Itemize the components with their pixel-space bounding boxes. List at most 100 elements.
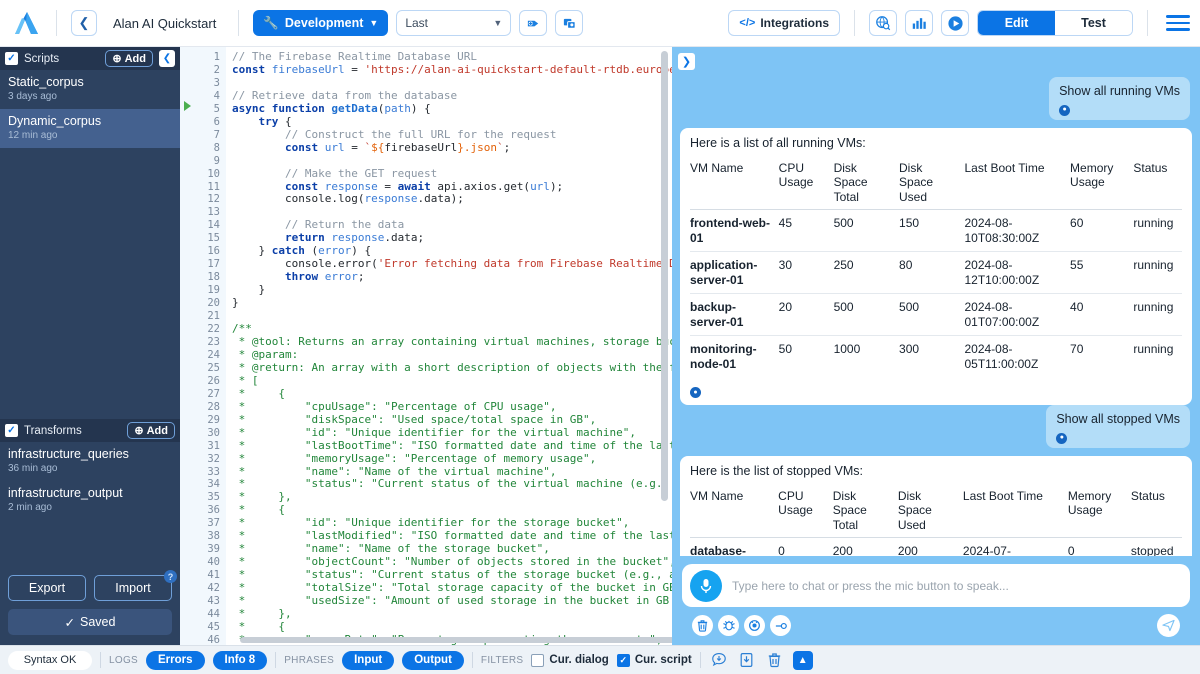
version-select[interactable]: Last ▼ xyxy=(396,10,511,36)
integrations-button[interactable]: </> Integrations xyxy=(728,10,840,36)
cur-script-checkbox[interactable]: ✓ Cur. script xyxy=(617,654,692,667)
chat-input-placeholder[interactable]: Type here to chat or press the mic butto… xyxy=(732,579,1009,593)
table-header-cell: Disk Space Total xyxy=(833,484,898,538)
saved-status-button[interactable]: ✓ Saved xyxy=(8,609,172,635)
errors-filter-button[interactable]: Errors xyxy=(146,651,205,670)
table-cell: stopped xyxy=(1131,538,1182,557)
transforms-panel-header: ✓ Transforms ⊕ Add xyxy=(0,419,180,442)
transforms-title: Transforms xyxy=(24,425,121,437)
cur-dialog-checkbox[interactable]: Cur. dialog xyxy=(531,654,608,667)
vm-table: VM NameCPU UsageDisk Space TotalDisk Spa… xyxy=(690,484,1182,557)
add-script-button[interactable]: ⊕ Add xyxy=(105,50,153,67)
expand-up-icon[interactable]: ▲ xyxy=(793,651,813,670)
download-chat-icon[interactable] xyxy=(709,650,729,670)
collapse-sidebar-button[interactable]: ❮ xyxy=(159,50,175,67)
header-divider-2 xyxy=(238,10,239,36)
table-header-cell: Status xyxy=(1133,156,1182,210)
tab-edit[interactable]: Edit xyxy=(978,11,1055,35)
info-filter-button[interactable]: Info 8 xyxy=(213,651,268,670)
download-file-icon[interactable] xyxy=(737,650,757,670)
scripts-checkbox[interactable]: ✓ xyxy=(5,52,18,65)
environment-label: Development xyxy=(285,16,364,30)
hamburger-menu-icon[interactable] xyxy=(1166,15,1190,31)
table-header-row: VM NameCPU UsageDisk Space TotalDisk Spa… xyxy=(690,156,1182,210)
send-message-button[interactable] xyxy=(1157,614,1180,637)
header-divider-1 xyxy=(56,10,57,36)
table-header-cell: Memory Usage xyxy=(1070,156,1133,210)
clear-chat-icon[interactable] xyxy=(692,615,713,636)
auth-token-icon[interactable] xyxy=(770,615,791,636)
code-editor[interactable]: 1 2 3 4 5 6 7 8 9 10 11 12 13 14 15 16 1… xyxy=(180,47,672,645)
mode-toggle[interactable]: Edit Test xyxy=(977,10,1133,36)
code-line: async function getData(path) { xyxy=(232,103,672,116)
list-item[interactable]: Dynamic_corpus 12 min ago xyxy=(0,109,180,148)
chat-bot-title: Here is a list of all running VMs: xyxy=(690,136,1182,150)
app-root: ❮ Alan AI Quickstart 🔧 Development ▼ Las… xyxy=(0,0,1200,674)
share-tag-icon xyxy=(526,16,541,31)
sidebar-button-row: Export Import ? xyxy=(8,575,172,601)
collapse-chat-button[interactable]: ❯ xyxy=(678,53,695,70)
chat-bot-footer: ● xyxy=(690,377,1182,399)
project-name: Alan AI Quickstart xyxy=(105,16,224,31)
import-button[interactable]: Import ? xyxy=(94,575,172,601)
transforms-checkbox[interactable]: ✓ xyxy=(5,424,18,437)
table-cell: 500 xyxy=(834,294,899,336)
status-divider-2 xyxy=(275,652,276,668)
table-cell: 20 xyxy=(779,294,834,336)
back-button[interactable]: ❮ xyxy=(71,10,97,36)
code-line: * "status": "Current status of the virtu… xyxy=(232,478,672,491)
environment-button[interactable]: 🔧 Development ▼ xyxy=(253,10,388,36)
list-item[interactable]: infrastructure_output 2 min ago xyxy=(0,481,180,520)
visual-state-icon[interactable] xyxy=(744,615,765,636)
transforms-list: infrastructure_queries 36 min ago infras… xyxy=(0,442,180,520)
code-content[interactable]: // The Firebase Realtime Database URLcon… xyxy=(226,47,672,645)
run-button[interactable] xyxy=(941,10,969,36)
chat-bot-card: Here is a list of all running VMs: VM Nam… xyxy=(680,128,1192,406)
voice-indicator-icon[interactable]: ● xyxy=(1059,105,1070,116)
sidebar-footer: Export Import ? ✓ Saved xyxy=(0,567,180,645)
chat-input-row[interactable]: Type here to chat or press the mic butto… xyxy=(682,564,1190,607)
add-transform-button[interactable]: ⊕ Add xyxy=(127,422,175,439)
phrases-label: PHRASES xyxy=(284,655,334,666)
list-item[interactable]: infrastructure_queries 36 min ago xyxy=(0,442,180,481)
table-cell: 0 xyxy=(778,538,833,557)
trash-icon[interactable] xyxy=(765,650,785,670)
chat-user-bubble[interactable]: Show all running VMs● xyxy=(1049,77,1190,120)
share-button[interactable] xyxy=(519,10,547,36)
run-line-icon[interactable] xyxy=(184,101,191,111)
globe-search-button[interactable] xyxy=(869,10,897,36)
help-badge-icon[interactable]: ? xyxy=(164,570,177,583)
editor-horizontal-scrollbar[interactable] xyxy=(240,637,672,643)
table-header-cell: CPU Usage xyxy=(778,484,833,538)
tab-test[interactable]: Test xyxy=(1055,11,1132,35)
table-cell: 1000 xyxy=(834,336,899,378)
table-header-cell: Memory Usage xyxy=(1068,484,1131,538)
debug-chat-icon[interactable] xyxy=(718,615,739,636)
voice-indicator-icon[interactable]: ● xyxy=(1056,433,1067,444)
globe-search-icon xyxy=(875,15,891,31)
table-row: application-server-0130250802024-08-12T1… xyxy=(690,252,1182,294)
table-header-cell: Disk Space Used xyxy=(899,156,964,210)
microphone-button[interactable] xyxy=(690,570,722,602)
table-cell: 40 xyxy=(1070,294,1133,336)
chat-user-row: Show all running VMs● xyxy=(672,77,1200,120)
table-cell: 70 xyxy=(1070,336,1133,378)
duplicate-button[interactable] xyxy=(555,10,583,36)
output-filter-button[interactable]: Output xyxy=(402,651,464,670)
transform-name: infrastructure_output xyxy=(8,486,172,501)
table-header-cell: Last Boot Time xyxy=(963,484,1068,538)
chat-panel: ❯ Show all running VMs● Here is a list of… xyxy=(672,47,1200,645)
export-button[interactable]: Export xyxy=(8,575,86,601)
table-cell: 55 xyxy=(1070,252,1133,294)
voice-indicator-icon[interactable]: ● xyxy=(690,387,701,398)
code-area[interactable]: 1 2 3 4 5 6 7 8 9 10 11 12 13 14 15 16 1… xyxy=(180,47,672,645)
list-item[interactable]: Static_corpus 3 days ago xyxy=(0,70,180,109)
chat-input-area: Type here to chat or press the mic butto… xyxy=(672,556,1200,645)
chat-user-bubble[interactable]: Show all stopped VMs● xyxy=(1046,405,1190,448)
alan-logo-icon[interactable] xyxy=(14,10,42,36)
editor-vertical-scrollbar[interactable] xyxy=(661,51,668,501)
table-row: monitoring-node-015010003002024-08-05T11… xyxy=(690,336,1182,378)
table-cell: 60 xyxy=(1070,210,1133,252)
input-filter-button[interactable]: Input xyxy=(342,651,394,670)
analytics-button[interactable] xyxy=(905,10,933,36)
